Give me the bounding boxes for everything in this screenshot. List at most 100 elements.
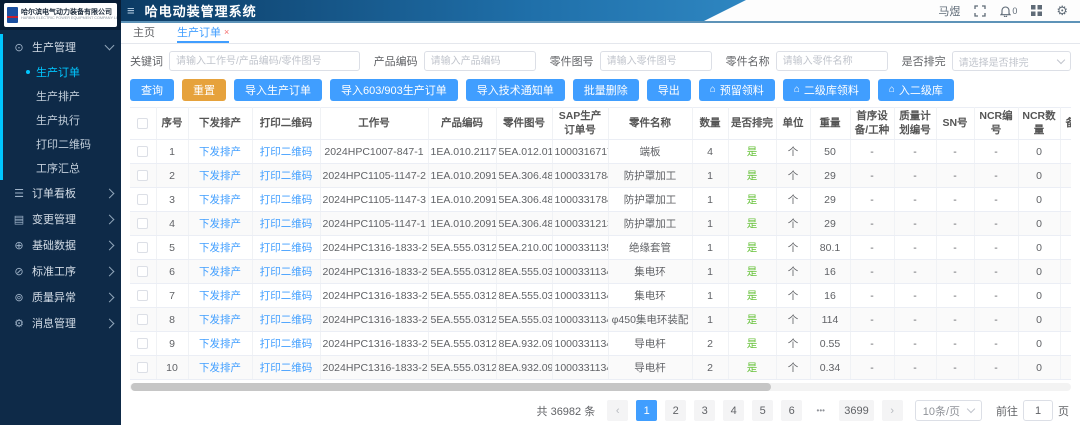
dispatch-link[interactable]: 下发排产 xyxy=(188,140,252,164)
print-qr-link[interactable]: 打印二维码 xyxy=(252,308,320,332)
page-size-select[interactable]: 10条/页 xyxy=(915,400,982,421)
dispatch-link[interactable]: 下发排产 xyxy=(188,164,252,188)
print-qr-link[interactable]: 打印二维码 xyxy=(252,212,320,236)
page-button-2[interactable]: 2 xyxy=(665,400,686,421)
tab-主页[interactable]: 主页 xyxy=(133,23,155,43)
cell-sn: - xyxy=(936,308,974,332)
sidebar-item-订单看板[interactable]: ☰订单看板 xyxy=(0,180,121,206)
sidebar-item-生产管理[interactable]: ⊙生产管理 xyxy=(3,34,121,60)
print-qr-link[interactable]: 打印二维码 xyxy=(252,356,320,380)
sidebar-submenu: 生产订单生产排产生产执行打印二维码工序汇总 xyxy=(3,60,121,180)
row-checkbox[interactable] xyxy=(137,218,148,229)
action-button-批量删除[interactable]: 批量删除 xyxy=(573,79,639,101)
product-code-input[interactable] xyxy=(424,51,536,71)
row-checkbox[interactable] xyxy=(137,242,148,253)
row-checkbox[interactable] xyxy=(137,266,148,277)
sidebar-subitem-打印二维码[interactable]: 打印二维码 xyxy=(3,132,121,156)
cell-weight: 114 xyxy=(810,308,850,332)
dispatch-link[interactable]: 下发排产 xyxy=(188,260,252,284)
row-checkbox[interactable] xyxy=(137,362,148,373)
database-icon: ⊕ xyxy=(12,239,26,252)
dispatch-link[interactable]: 下发排产 xyxy=(188,236,252,260)
row-checkbox[interactable] xyxy=(137,290,148,301)
sidebar-item-质量异常[interactable]: ⊚质量异常 xyxy=(0,284,121,310)
sidebar-item-标准工序[interactable]: ⊘标准工序 xyxy=(0,258,121,284)
sidebar-subitem-工序汇总[interactable]: 工序汇总 xyxy=(3,156,121,180)
next-page-button[interactable]: › xyxy=(882,400,903,421)
print-qr-link[interactable]: 打印二维码 xyxy=(252,164,320,188)
row-checkbox[interactable] xyxy=(137,146,148,157)
cell-work-no: 2024HPC1316-1833-2 xyxy=(320,260,428,284)
horizontal-scrollbar[interactable] xyxy=(130,383,1071,391)
action-button-预留领料[interactable]: ⌂预留领料 xyxy=(699,79,775,101)
cell-select xyxy=(130,356,156,380)
cell-part-drawing: 8EA.932.0930 xyxy=(496,332,552,356)
action-button-入二级库[interactable]: ⌂入二级库 xyxy=(878,79,954,101)
action-button-导入603/903生产订单[interactable]: 导入603/903生产订单 xyxy=(330,79,458,101)
cell-product-code: 5EA.555.0312 xyxy=(428,236,496,260)
scrollbar-thumb[interactable] xyxy=(131,383,771,391)
print-qr-link[interactable]: 打印二维码 xyxy=(252,260,320,284)
page-button-3699[interactable]: 3699 xyxy=(839,400,873,421)
tab-生产订单[interactable]: 生产订单× xyxy=(177,23,229,43)
table-row: 4下发排产打印二维码2024HPC1105-1147-11EA.010.2091… xyxy=(130,212,1071,236)
cell-work-no: 2024HPC1316-1833-2 xyxy=(320,308,428,332)
page-button-6[interactable]: 6 xyxy=(781,400,802,421)
cell-part-name: 防护罩加工 xyxy=(608,212,692,236)
username[interactable]: 马煜 xyxy=(938,3,960,19)
prev-page-button[interactable]: ‹ xyxy=(607,400,628,421)
part-name-label: 零件名称 xyxy=(726,53,770,69)
sidebar-subitem-生产执行[interactable]: 生产执行 xyxy=(3,108,121,132)
settings-gear-icon[interactable]: ⚙ xyxy=(1056,4,1068,17)
action-button-导出[interactable]: 导出 xyxy=(647,79,691,101)
action-button-重置[interactable]: 重置 xyxy=(182,79,226,101)
print-qr-link[interactable]: 打印二维码 xyxy=(252,332,320,356)
menu-collapse-icon[interactable]: ≡ xyxy=(127,3,135,18)
select-all-checkbox[interactable] xyxy=(137,118,148,129)
cell-unit: 个 xyxy=(776,212,810,236)
sidebar-item-消息管理[interactable]: ⚙消息管理 xyxy=(0,310,121,336)
sidebar-item-基础数据[interactable]: ⊕ 基础数据 xyxy=(0,232,121,258)
notification-bell-icon[interactable]: 0 xyxy=(1000,5,1017,17)
print-qr-link[interactable]: 打印二维码 xyxy=(252,236,320,260)
action-button-导入技术通知单[interactable]: 导入技术通知单 xyxy=(466,79,565,101)
dispatch-link[interactable]: 下发排产 xyxy=(188,308,252,332)
scheduled-select[interactable]: 请选择是否排完 xyxy=(952,51,1071,71)
print-qr-link[interactable]: 打印二维码 xyxy=(252,188,320,212)
page-button-1[interactable]: 1 xyxy=(636,400,657,421)
print-qr-link[interactable]: 打印二维码 xyxy=(252,284,320,308)
action-button-二级库领料[interactable]: ⌂二级库领料 xyxy=(783,79,870,101)
action-button-导入生产订单[interactable]: 导入生产订单 xyxy=(234,79,322,101)
keyword-input[interactable] xyxy=(169,51,360,71)
sidebar-item-变更管理[interactable]: ▤变更管理 xyxy=(0,206,121,232)
dispatch-link[interactable]: 下发排产 xyxy=(188,284,252,308)
page-button-3[interactable]: 3 xyxy=(694,400,715,421)
sidebar-subitem-生产排产[interactable]: 生产排产 xyxy=(3,84,121,108)
sidebar-item-label: 基础数据 xyxy=(32,237,106,253)
close-icon[interactable]: × xyxy=(224,27,229,37)
cell-work-no: 2024HPC1316-1833-2 xyxy=(320,332,428,356)
row-checkbox[interactable] xyxy=(137,170,148,181)
dispatch-link[interactable]: 下发排产 xyxy=(188,188,252,212)
row-checkbox[interactable] xyxy=(137,314,148,325)
cell-scheduled: 是 xyxy=(728,356,776,380)
goto-page-input[interactable] xyxy=(1023,400,1053,421)
sidebar-subitem-生产订单[interactable]: 生产订单 xyxy=(3,60,121,84)
cell-qty: 1 xyxy=(692,164,728,188)
row-checkbox[interactable] xyxy=(137,194,148,205)
dispatch-link[interactable]: 下发排产 xyxy=(188,332,252,356)
apps-grid-icon[interactable] xyxy=(1031,5,1042,16)
action-button-查询[interactable]: 查询 xyxy=(130,79,174,101)
print-qr-link[interactable]: 打印二维码 xyxy=(252,140,320,164)
part-name-input[interactable] xyxy=(776,51,888,71)
cell-weight: 50 xyxy=(810,140,850,164)
part-drawing-input[interactable] xyxy=(600,51,712,71)
page-button-4[interactable]: 4 xyxy=(723,400,744,421)
fullscreen-icon[interactable] xyxy=(974,5,986,17)
dispatch-link[interactable]: 下发排产 xyxy=(188,356,252,380)
dispatch-link[interactable]: 下发排产 xyxy=(188,212,252,236)
sidebar-subitem-label: 工序汇总 xyxy=(36,160,113,176)
row-checkbox[interactable] xyxy=(137,338,148,349)
button-label: 导入技术通知单 xyxy=(477,82,554,98)
page-button-5[interactable]: 5 xyxy=(752,400,773,421)
